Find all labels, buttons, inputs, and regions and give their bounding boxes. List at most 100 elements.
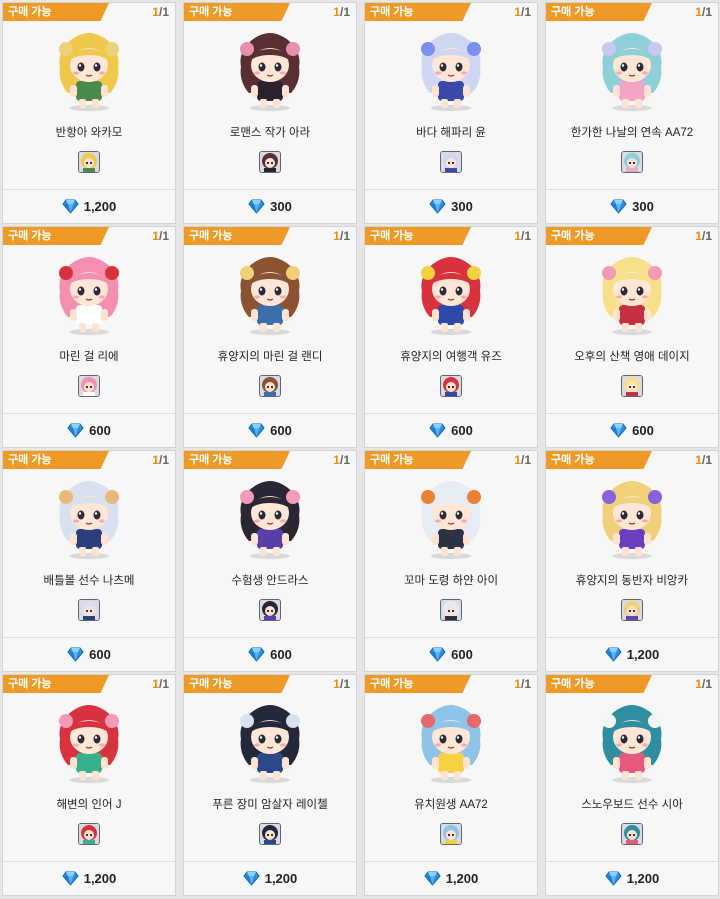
blue-gem-icon [243, 871, 260, 889]
stock-counter: 1/1 [695, 677, 712, 691]
shop-item-card[interactable]: 구매 가능 1/1 반항아 와카모 1,200 [2, 2, 176, 224]
shop-item-card[interactable]: 구매 가능 1/1 해변의 인어 J 1,200 [2, 674, 176, 896]
stock-counter: 1/1 [152, 453, 169, 467]
status-badge: 구매 가능 [3, 675, 109, 693]
shop-item-card[interactable]: 구매 가능 1/1 마린 걸 리에 600 [2, 226, 176, 448]
shop-item-card[interactable]: 구매 가능 1/1 배틀볼 선수 나츠메 600 [2, 450, 176, 672]
costume-name: 수험생 안드라스 [231, 575, 309, 587]
character-portrait-thumbnail [78, 823, 100, 845]
blue-gem-icon [429, 423, 446, 441]
shop-item-card[interactable]: 구매 가능 1/1 수험생 안드라스 600 [183, 450, 357, 672]
shop-item-card[interactable]: 구매 가능 1/1 스노우보드 선수 시아 1,200 [545, 674, 719, 896]
character-portrait-thumbnail [259, 599, 281, 621]
status-badge: 구매 가능 [365, 3, 471, 21]
character-portrait-thumbnail [440, 599, 462, 621]
costume-name: 휴양지의 마린 걸 랜디 [217, 351, 323, 363]
character-portrait-thumbnail [78, 375, 100, 397]
status-badge: 구매 가능 [546, 3, 652, 21]
price-row: 1,200 [184, 871, 356, 889]
price-value: 1,200 [83, 871, 117, 886]
status-badge: 구매 가능 [365, 675, 471, 693]
blue-gem-icon [429, 647, 446, 665]
costume-illustration [589, 251, 675, 337]
price-value: 1,200 [264, 871, 298, 886]
costume-illustration [46, 251, 132, 337]
price-row: 1,200 [546, 647, 718, 665]
character-portrait-thumbnail [440, 375, 462, 397]
shop-grid: 구매 가능 1/1 반항아 와카모 1,200 구매 가능 1/1 로맨스 작가… [0, 0, 720, 899]
status-badge: 구매 가능 [3, 451, 109, 469]
stock-counter: 1/1 [333, 677, 350, 691]
price-value: 600 [89, 647, 111, 662]
costume-illustration [227, 475, 313, 561]
stock-left: 1 [333, 453, 340, 467]
stock-counter: 1/1 [695, 5, 712, 19]
stock-total: 1 [343, 5, 350, 19]
status-badge: 구매 가능 [184, 227, 290, 245]
card-divider [365, 413, 537, 414]
costume-name: 로맨스 작가 아라 [229, 127, 311, 139]
card-divider [546, 413, 718, 414]
price-value: 600 [451, 647, 473, 662]
stock-left: 1 [695, 453, 702, 467]
card-divider [365, 189, 537, 190]
card-divider [184, 637, 356, 638]
card-divider [184, 861, 356, 862]
character-portrait-thumbnail [440, 151, 462, 173]
shop-item-card[interactable]: 구매 가능 1/1 로맨스 작가 아라 300 [183, 2, 357, 224]
shop-item-card[interactable]: 구매 가능 1/1 오후의 산책 영애 데이지 600 [545, 226, 719, 448]
costume-name: 스노우보드 선수 시아 [581, 799, 683, 811]
blue-gem-icon [605, 647, 622, 665]
costume-name: 유치원생 AA72 [414, 799, 488, 811]
shop-item-card[interactable]: 구매 가능 1/1 바다 해파리 윤 300 [364, 2, 538, 224]
shop-item-card[interactable]: 구매 가능 1/1 휴양지의 동반자 비앙카 1,200 [545, 450, 719, 672]
stock-left: 1 [152, 5, 159, 19]
costume-illustration [46, 27, 132, 113]
costume-illustration [46, 699, 132, 785]
status-badge: 구매 가능 [546, 675, 652, 693]
price-value: 600 [89, 423, 111, 438]
stock-total: 1 [705, 5, 712, 19]
price-row: 600 [365, 647, 537, 665]
character-portrait-thumbnail [440, 823, 462, 845]
stock-left: 1 [695, 677, 702, 691]
shop-item-card[interactable]: 구매 가능 1/1 한가한 나날의 연속 AA72 300 [545, 2, 719, 224]
price-value: 1,200 [445, 871, 479, 886]
stock-counter: 1/1 [514, 229, 531, 243]
price-row: 600 [546, 423, 718, 441]
card-divider [546, 189, 718, 190]
stock-total: 1 [162, 453, 169, 467]
stock-counter: 1/1 [333, 453, 350, 467]
costume-name: 휴양지의 여행객 유즈 [400, 351, 502, 363]
costume-name: 바다 해파리 윤 [416, 127, 486, 139]
character-portrait-thumbnail [78, 151, 100, 173]
stock-left: 1 [695, 5, 702, 19]
stock-total: 1 [705, 229, 712, 243]
price-row: 300 [184, 199, 356, 217]
blue-gem-icon [429, 199, 446, 217]
costume-name: 오후의 산책 영애 데이지 [574, 351, 690, 363]
shop-item-card[interactable]: 구매 가능 1/1 휴양지의 마린 걸 랜디 600 [183, 226, 357, 448]
blue-gem-icon [610, 423, 627, 441]
stock-total: 1 [705, 677, 712, 691]
shop-item-card[interactable]: 구매 가능 1/1 꼬마 도령 하얀 아이 600 [364, 450, 538, 672]
price-value: 300 [451, 199, 473, 214]
stock-left: 1 [514, 453, 521, 467]
costume-illustration [589, 699, 675, 785]
status-badge: 구매 가능 [365, 227, 471, 245]
stock-left: 1 [333, 5, 340, 19]
shop-item-card[interactable]: 구매 가능 1/1 휴양지의 여행객 유즈 600 [364, 226, 538, 448]
shop-item-card[interactable]: 구매 가능 1/1 푸른 장미 암살자 레이첼 1,200 [183, 674, 357, 896]
blue-gem-icon [424, 871, 441, 889]
blue-gem-icon [67, 423, 84, 441]
stock-total: 1 [162, 5, 169, 19]
costume-name: 배틀볼 선수 나츠메 [43, 575, 135, 587]
card-divider [3, 413, 175, 414]
stock-left: 1 [514, 5, 521, 19]
shop-item-card[interactable]: 구매 가능 1/1 유치원생 AA72 1,200 [364, 674, 538, 896]
price-row: 1,200 [3, 871, 175, 889]
costume-illustration [408, 27, 494, 113]
blue-gem-icon [248, 647, 265, 665]
blue-gem-icon [248, 423, 265, 441]
stock-total: 1 [524, 229, 531, 243]
